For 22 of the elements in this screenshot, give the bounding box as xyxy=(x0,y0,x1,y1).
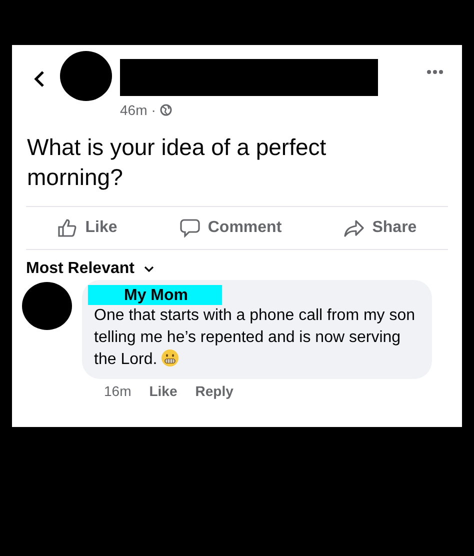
globe-icon xyxy=(160,104,172,116)
comment-time: 16m xyxy=(104,383,132,399)
chevron-down-icon xyxy=(144,266,154,272)
like-button[interactable]: Like xyxy=(53,214,122,242)
post-text: What is your idea of a perfect morning? xyxy=(26,133,328,192)
share-arrow-icon xyxy=(344,218,364,238)
comment-action-link[interactable]: Like xyxy=(149,383,178,399)
back-icon[interactable] xyxy=(32,69,46,89)
avatar xyxy=(60,51,112,101)
separator-dot: · xyxy=(151,102,156,118)
share-button[interactable]: Share xyxy=(340,214,421,242)
grimacing-emoji-icon xyxy=(161,349,180,367)
speech-bubble-icon xyxy=(180,218,200,238)
sort-dropdown[interactable]: Most Relevant xyxy=(26,260,154,278)
comment-button[interactable]: Comment xyxy=(176,214,286,242)
commenter-name[interactable]: My Mom xyxy=(88,285,222,305)
more-icon[interactable] xyxy=(426,69,444,75)
avatar xyxy=(22,282,72,330)
thumbs-up-icon xyxy=(57,218,78,238)
post-time: 46m xyxy=(120,102,148,118)
comment-action-link[interactable]: Reply xyxy=(195,383,234,399)
comment-text: One that starts with a phone call from my son telling me he’s repented and is now serving the Lord. xyxy=(94,306,416,370)
